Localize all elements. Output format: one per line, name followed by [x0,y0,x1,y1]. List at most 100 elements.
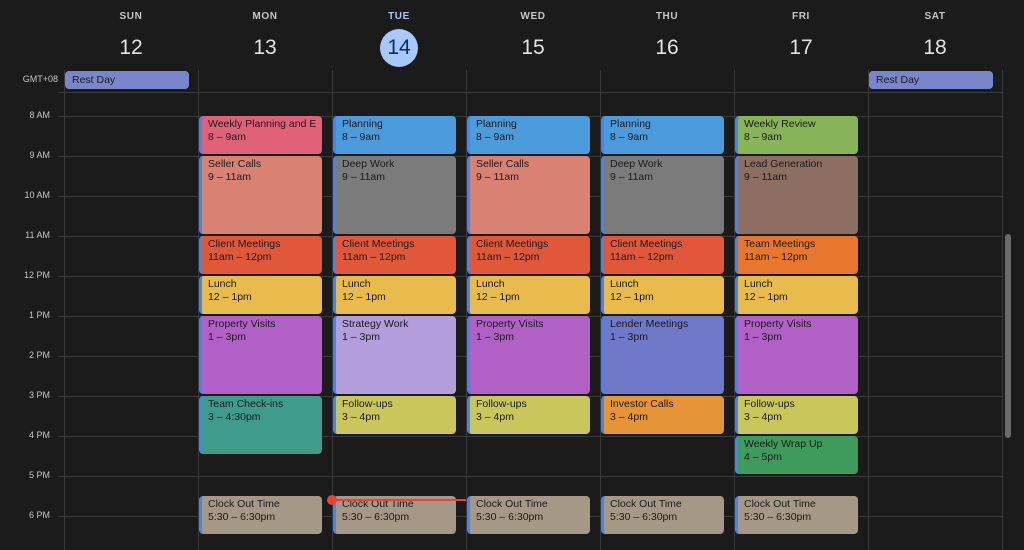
calendar-event[interactable]: Lunch 12 – 1pm [199,276,322,314]
event-title: Lender Meetings [610,318,689,330]
event-title: Property Visits [208,318,276,330]
event-time: 12 – 1pm [744,291,788,303]
event-time: 8 – 9am [744,131,782,143]
event-title: Seller Calls [476,158,530,170]
calendar-event[interactable]: Weekly Review 8 – 9am [735,116,858,154]
day-header-sat[interactable]: SAT 18 [868,0,1002,70]
calendar-event[interactable]: Planning 8 – 9am [467,116,590,154]
event-time: 8 – 9am [476,131,514,143]
day-of-week-label: SUN [119,11,143,22]
calendar-event[interactable]: Strategy Work 1 – 3pm [333,316,456,394]
event-time: 8 – 9am [342,131,380,143]
hour-gridline [58,476,1002,477]
calendar-event[interactable]: Client Meetings 11am – 12pm [199,236,322,274]
time-label: 3 PM [28,390,50,400]
allday-event[interactable]: Rest Day [65,71,189,89]
day-of-week-label: THU [655,11,679,22]
time-label: 6 PM [28,510,50,520]
event-time: 12 – 1pm [476,291,520,303]
event-title: Property Visits [476,318,544,330]
calendar-event[interactable]: Weekly Wrap Up 4 – 5pm [735,436,858,474]
scrollbar[interactable] [1005,234,1011,438]
calendar-event[interactable]: Clock Out Time 5:30 – 6:30pm [601,496,724,534]
calendar-event[interactable]: Planning 8 – 9am [333,116,456,154]
date-number[interactable]: 16 [648,29,686,67]
event-time: 9 – 11am [744,171,787,183]
calendar-event[interactable]: Property Visits 1 – 3pm [467,316,590,394]
date-number[interactable]: 18 [916,29,954,67]
calendar-event[interactable]: Clock Out Time 5:30 – 6:30pm [467,496,590,534]
event-title: Lunch [744,278,773,290]
event-title: Client Meetings [342,238,415,250]
event-title: Clock Out Time [476,498,548,510]
event-title: Lunch [342,278,371,290]
calendar-event[interactable]: Property Visits 1 – 3pm [735,316,858,394]
event-title: Weekly Review [744,118,816,130]
day-header-wed[interactable]: WED 15 [466,0,600,70]
date-number[interactable]: 13 [246,29,284,67]
date-number[interactable]: 12 [112,29,150,67]
calendar-event[interactable]: Follow-ups 3 – 4pm [467,396,590,434]
calendar-event[interactable]: Clock Out Time 5:30 – 6:30pm [199,496,322,534]
calendar-event[interactable]: Planning 8 – 9am [601,116,724,154]
event-title: Planning [476,118,517,130]
calendar-event[interactable]: Lender Meetings 1 – 3pm [601,316,724,394]
time-label: 10 AM [24,190,50,200]
day-header-sun[interactable]: SUN 12 [64,0,198,70]
event-time: 9 – 11am [476,171,519,183]
date-number[interactable]: 14 [380,29,418,67]
allday-event[interactable]: Rest Day [869,71,993,89]
time-label: 5 PM [28,470,50,480]
day-header-thu[interactable]: THU 16 [600,0,734,70]
day-of-week-label: SAT [924,11,946,22]
date-number[interactable]: 15 [514,29,552,67]
calendar-event[interactable]: Client Meetings 11am – 12pm [467,236,590,274]
calendar-event[interactable]: Deep Work 9 – 11am [601,156,724,234]
calendar-event[interactable]: Seller Calls 9 – 11am [467,156,590,234]
time-label: 12 PM [23,270,50,280]
time-label: 2 PM [28,350,50,360]
calendar-event[interactable]: Clock Out Time 5:30 – 6:30pm [333,496,456,534]
calendar-event[interactable]: Lunch 12 – 1pm [333,276,456,314]
calendar-week-view: SUN 12 MON 13 TUE 14 WED 15 THU 16 FRI 17 SAT 18 GMT+… [0,0,1024,550]
event-time: 5:30 – 6:30pm [610,511,678,523]
calendar-event[interactable]: Investor Calls 3 – 4pm [601,396,724,434]
event-time: 5:30 – 6:30pm [342,511,410,523]
date-number[interactable]: 17 [782,29,820,67]
calendar-event[interactable]: Lunch 12 – 1pm [601,276,724,314]
event-title: Lunch [208,278,237,290]
calendar-event[interactable]: Follow-ups 3 – 4pm [333,396,456,434]
day-header-fri[interactable]: FRI 17 [734,0,868,70]
event-time: 3 – 4pm [342,411,380,423]
calendar-event[interactable]: Follow-ups 3 – 4pm [735,396,858,434]
calendar-event[interactable]: Seller Calls 9 – 11am [199,156,322,234]
day-of-week-label: TUE [388,11,410,22]
event-title: Client Meetings [476,238,549,250]
calendar-event[interactable]: Lunch 12 – 1pm [735,276,858,314]
event-title: Property Visits [744,318,812,330]
event-title: Deep Work [342,158,395,170]
event-time: 11am – 12pm [476,251,540,263]
event-time: 1 – 3pm [610,331,648,343]
calendar-event[interactable]: Property Visits 1 – 3pm [199,316,322,394]
day-header-mon[interactable]: MON 13 [198,0,332,70]
timezone-label: GMT+08 [22,74,58,84]
calendar-event[interactable]: Team Meetings 11am – 12pm [735,236,858,274]
calendar-event[interactable]: Client Meetings 11am – 12pm [333,236,456,274]
calendar-event[interactable]: Weekly Planning and Email8 – 9am [199,116,322,154]
time-label: 8 AM [29,110,50,120]
calendar-event[interactable]: Lunch 12 – 1pm [467,276,590,314]
event-title: Clock Out Time [208,498,280,510]
current-time-line [332,499,466,501]
calendar-event[interactable]: Team Check-ins 3 – 4:30pm [199,396,322,454]
calendar-event[interactable]: Deep Work 9 – 11am [333,156,456,234]
event-time: 8 – 9am [208,131,246,143]
event-title: Follow-ups [476,398,527,410]
day-header-tue[interactable]: TUE 14 [332,0,466,70]
calendar-event[interactable]: Lead Generation 9 – 11am [735,156,858,234]
calendar-event[interactable]: Clock Out Time 5:30 – 6:30pm [735,496,858,534]
event-title: Lead Generation [744,158,823,170]
day-column-divider [1002,70,1003,550]
calendar-event[interactable]: Client Meetings 11am – 12pm [601,236,724,274]
day-column-divider [868,70,869,550]
